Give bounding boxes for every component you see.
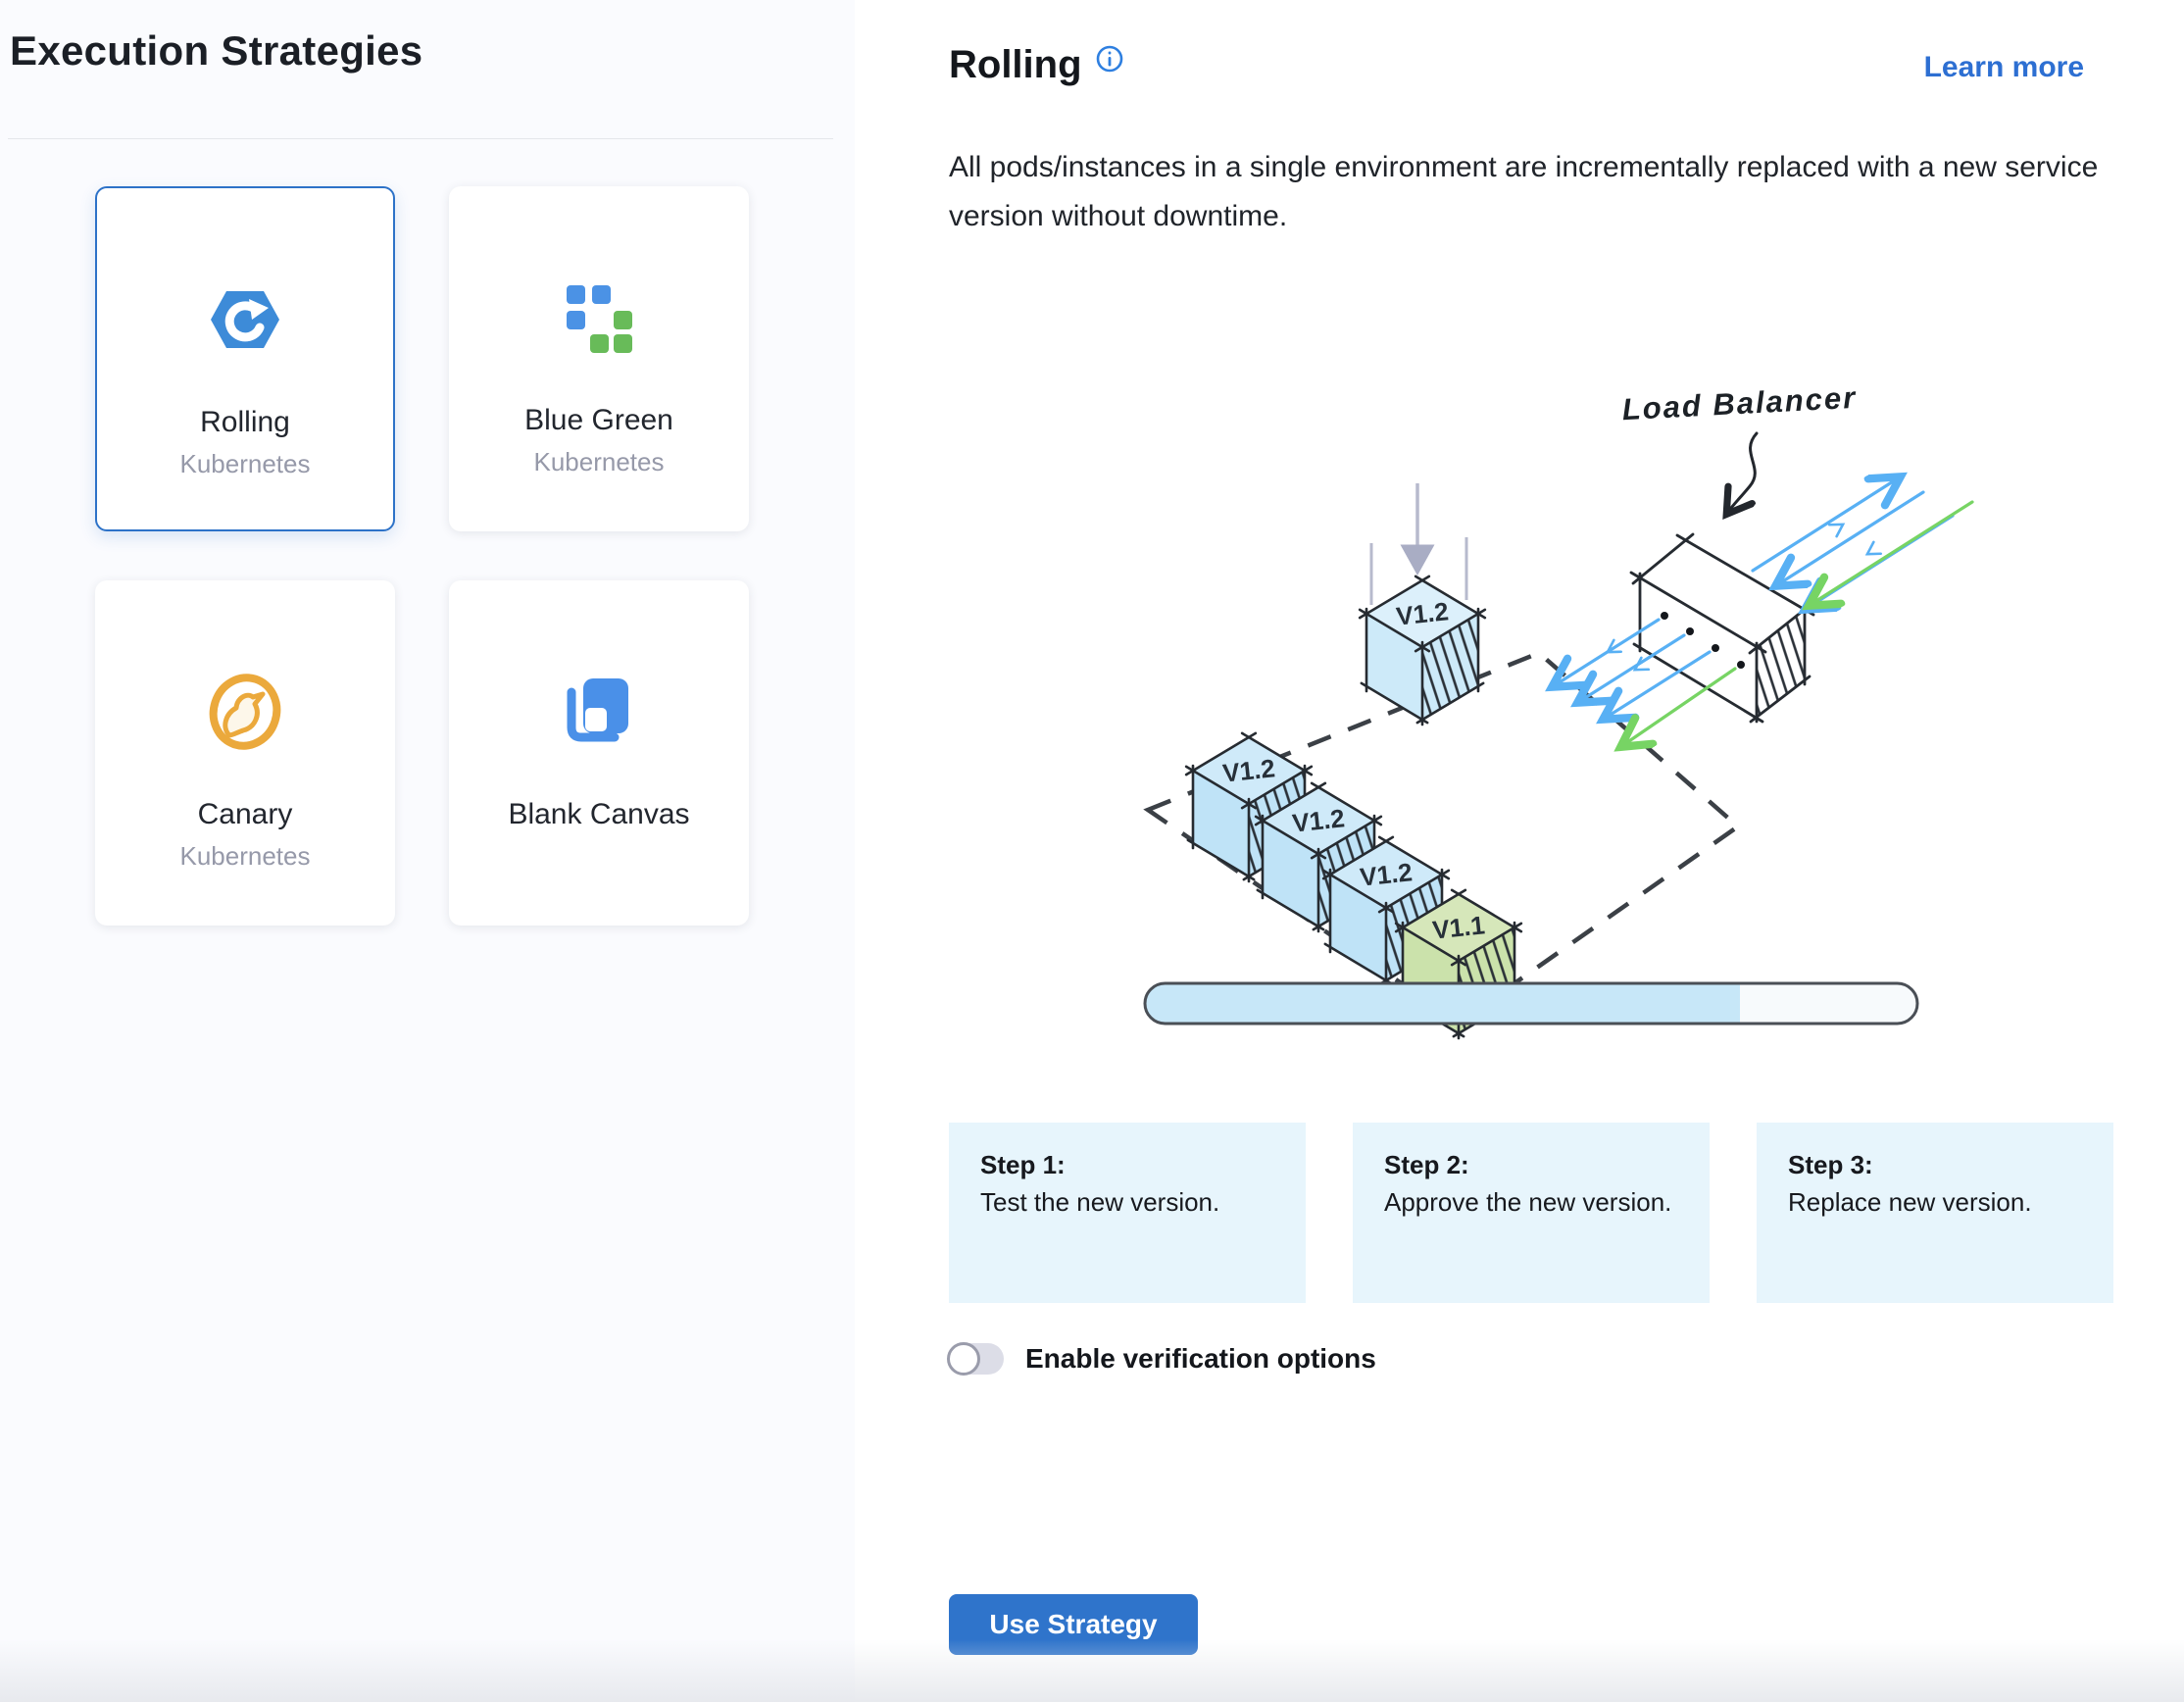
load-balancer-pointer-arrow xyxy=(1728,433,1757,512)
load-balancer-label: Load Balancer xyxy=(1621,380,1858,426)
rolling-strategy-illustration: Load Balancer V1.2 V1.2 V1.2 V1.1 V1.2 xyxy=(1117,324,1980,1049)
strategy-card-rolling[interactable]: Rolling Kubernetes xyxy=(95,186,395,531)
strategy-label: Blank Canvas xyxy=(508,798,689,831)
blue-green-squares-icon xyxy=(560,275,638,361)
blank-canvas-icon xyxy=(558,669,640,755)
strategy-card-blank-canvas[interactable]: Blank Canvas xyxy=(449,580,749,926)
page-title: Execution Strategies xyxy=(10,27,422,75)
use-strategy-button[interactable]: Use Strategy xyxy=(949,1594,1198,1655)
strategy-label: Blue Green xyxy=(524,404,673,437)
svg-text:V1.1: V1.1 xyxy=(1431,910,1486,944)
strategy-label: Canary xyxy=(198,798,293,831)
step-heading: Step 3: xyxy=(1788,1148,2082,1181)
load-balancer-box xyxy=(1631,534,1813,722)
strategy-label: Rolling xyxy=(200,406,290,439)
strategy-card-blue-green[interactable]: Blue Green Kubernetes xyxy=(449,186,749,531)
step-card-2: Step 2: Approve the new version. xyxy=(1353,1123,1710,1303)
toggle-knob xyxy=(947,1342,980,1376)
verification-toggle-label: Enable verification options xyxy=(1025,1343,1376,1375)
step-card-3: Step 3: Replace new version. xyxy=(1757,1123,2113,1303)
step-text: Replace new version. xyxy=(1788,1185,2082,1219)
svg-text:V1.2: V1.2 xyxy=(1395,596,1450,630)
svg-text:V1.2: V1.2 xyxy=(1359,857,1414,891)
strategy-sublabel: Kubernetes xyxy=(180,841,311,872)
svg-text:V1.2: V1.2 xyxy=(1291,803,1346,837)
rollout-progress-bar xyxy=(1145,983,1917,1024)
rolling-refresh-hexagon-icon xyxy=(207,276,283,363)
strategy-steps: Step 1: Test the new version. Step 2: Ap… xyxy=(949,1123,2113,1303)
rollout-progress-fill xyxy=(1145,983,1740,1024)
svg-text:V1.2: V1.2 xyxy=(1221,753,1276,787)
detail-header: Rolling Learn more xyxy=(949,43,2084,87)
strategy-description: All pods/instances in a single environme… xyxy=(949,143,2101,241)
divider xyxy=(8,138,833,139)
execution-strategies-panel: Execution Strategies Rolling Kubernetes xyxy=(0,0,855,1702)
step-text: Approve the new version. xyxy=(1384,1185,1678,1219)
detail-title: Rolling xyxy=(949,43,1082,87)
learn-more-link[interactable]: Learn more xyxy=(1924,51,2084,84)
step-heading: Step 2: xyxy=(1384,1148,1678,1181)
step-card-1: Step 1: Test the new version. xyxy=(949,1123,1306,1303)
verification-toggle[interactable] xyxy=(949,1343,1004,1375)
strategy-sublabel: Kubernetes xyxy=(180,449,311,479)
strategy-detail-panel: Rolling Learn more All pods/instances in… xyxy=(855,0,2184,1702)
step-heading: Step 1: xyxy=(980,1148,1274,1181)
strategy-card-canary[interactable]: Canary Kubernetes xyxy=(95,580,395,926)
verification-toggle-row: Enable verification options xyxy=(949,1343,1376,1375)
strategy-sublabel: Kubernetes xyxy=(534,447,665,477)
info-icon[interactable] xyxy=(1096,45,1123,77)
step-text: Test the new version. xyxy=(980,1185,1274,1219)
canary-bird-icon xyxy=(204,669,286,755)
